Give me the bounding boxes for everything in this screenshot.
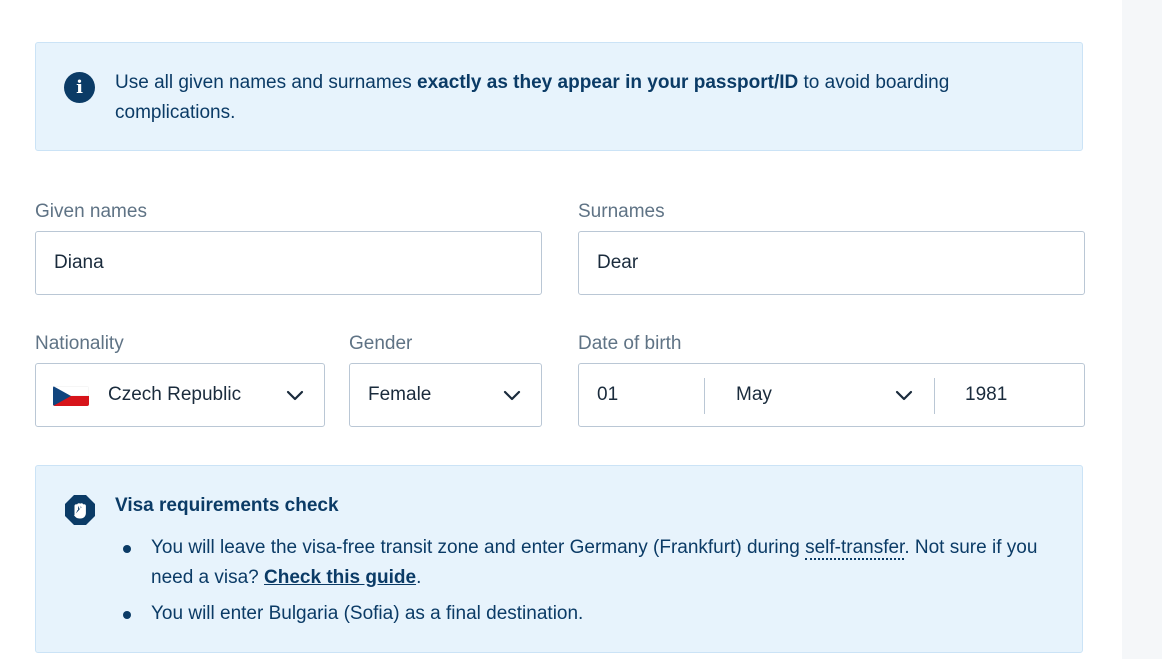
info-banner-text: Use all given names and surnames exactly… bbox=[115, 72, 950, 123]
bullet-icon bbox=[123, 545, 131, 553]
birth-day-input[interactable]: 01 bbox=[597, 384, 618, 406]
date-divider bbox=[704, 378, 705, 414]
given-names-value: Diana bbox=[54, 252, 104, 273]
check-guide-link[interactable]: Check this guide bbox=[264, 567, 416, 588]
nationality-label: Nationality bbox=[35, 333, 124, 354]
right-sidebar-area bbox=[1122, 0, 1162, 659]
date-of-birth-group: 01 May 1981 bbox=[578, 363, 1085, 427]
chevron-down-icon bbox=[503, 390, 521, 401]
gender-value: Female bbox=[368, 384, 432, 405]
surnames-value: Dear bbox=[597, 252, 639, 273]
nationality-select[interactable]: Czech Republic bbox=[35, 363, 325, 427]
list-item: You will leave the visa-free transit zon… bbox=[115, 533, 1055, 593]
date-divider bbox=[934, 378, 935, 414]
surnames-field[interactable]: Dear bbox=[578, 231, 1085, 295]
list-item: You will enter Bulgaria (Sofia) as a fin… bbox=[115, 599, 1055, 629]
info-banner-emphasis: exactly as they appear in your passport/… bbox=[417, 72, 799, 93]
visa-requirements-banner: Visa requirements check You will leave t… bbox=[35, 465, 1083, 653]
info-icon: i bbox=[64, 72, 95, 103]
visa-requirements-list: You will leave the visa-free transit zon… bbox=[115, 533, 1055, 635]
gender-label: Gender bbox=[349, 333, 413, 354]
nationality-value: Czech Republic bbox=[108, 384, 242, 405]
cz-flag-icon bbox=[53, 386, 89, 406]
given-names-label: Given names bbox=[35, 201, 147, 222]
stop-hand-icon bbox=[65, 495, 95, 525]
bullet-icon bbox=[123, 611, 131, 619]
chevron-down-icon bbox=[286, 390, 304, 401]
self-transfer-tooltip[interactable]: self-transfer bbox=[805, 537, 905, 560]
surnames-label: Surnames bbox=[578, 201, 665, 222]
chevron-down-icon[interactable] bbox=[895, 389, 913, 401]
info-banner: i Use all given names and surnames exact… bbox=[35, 42, 1083, 151]
gender-select[interactable]: Female bbox=[349, 363, 542, 427]
date-of-birth-label: Date of birth bbox=[578, 333, 682, 354]
birth-year-input[interactable]: 1981 bbox=[965, 384, 1007, 406]
birth-month-select[interactable]: May bbox=[736, 384, 772, 406]
visa-requirements-title: Visa requirements check bbox=[115, 495, 339, 516]
passenger-details-page: i Use all given names and surnames exact… bbox=[0, 0, 1162, 659]
given-names-field[interactable]: Diana bbox=[35, 231, 542, 295]
